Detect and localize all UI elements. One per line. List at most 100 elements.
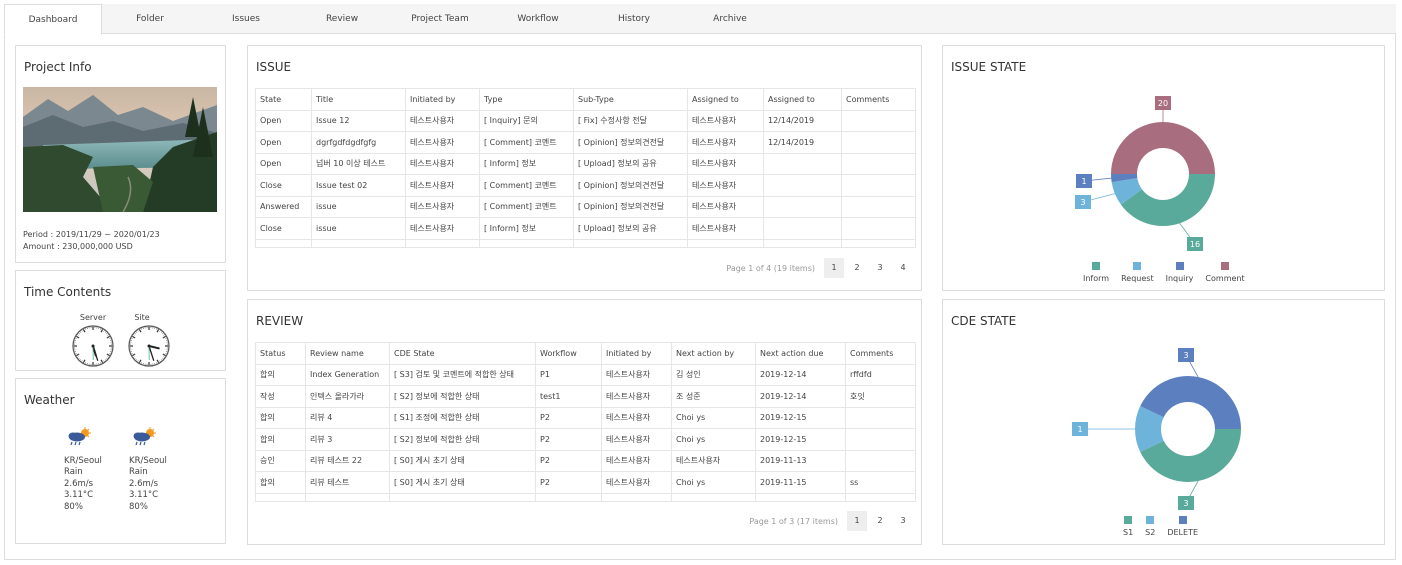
table-cell: Choi ys bbox=[671, 471, 756, 494]
weather-condition: Rain bbox=[64, 467, 83, 477]
column-header[interactable]: Assigned to bbox=[687, 88, 764, 111]
issue-state-panel: ISSUE STATE 16 3 1 20 Inform Request Inquir… bbox=[942, 45, 1385, 291]
rain-sun-icon bbox=[68, 427, 91, 446]
column-header[interactable]: Initiated by bbox=[405, 88, 480, 111]
rain-sun-icon bbox=[133, 427, 156, 446]
table-cell: 인텍스 올라가라 bbox=[305, 385, 390, 408]
clock-label-site: Site bbox=[134, 313, 150, 322]
table-cell: P2 bbox=[535, 406, 602, 429]
cde-state-donut-chart: 3 1 3 bbox=[1072, 348, 1241, 510]
tab-history[interactable]: History bbox=[586, 4, 682, 34]
table-cell bbox=[535, 492, 602, 502]
weather-wind: 2.6m/s bbox=[64, 478, 94, 489]
table-cell: 2019-11-15 bbox=[755, 471, 846, 494]
table-cell: [ Comment] 코멘트 bbox=[479, 131, 574, 154]
weather-location: KR/Seoul bbox=[129, 455, 167, 466]
page-button[interactable]: 2 bbox=[847, 258, 867, 278]
weather-humidity: 80% bbox=[64, 501, 83, 512]
tab-workflow[interactable]: Workflow bbox=[490, 4, 586, 34]
column-header[interactable]: CDE State bbox=[389, 342, 536, 365]
table-row[interactable]: Close issue 테스트사용자[ Inform] 정보[ Upload] 정보… bbox=[255, 217, 916, 240]
table-cell: Issue test 02 bbox=[311, 174, 406, 197]
issue-pager: Page 1 of 4 (19 items) 1 2 3 4 bbox=[726, 258, 913, 278]
table-row[interactable]: Open Issue 12 테스트사용자[ Inquiry] 문의[ Fix] 수정… bbox=[255, 109, 916, 132]
table-cell: [ Inquiry] 문의 bbox=[479, 109, 574, 132]
legend-item: DELETE bbox=[1167, 516, 1198, 537]
tab-bar: Dashboard Folder Issues Review Project T… bbox=[4, 4, 1396, 35]
page-button[interactable]: 3 bbox=[893, 511, 913, 531]
table-cell: 김 성인 bbox=[671, 363, 756, 386]
weather-temp: 3.11°C bbox=[129, 490, 159, 500]
tab-issues[interactable]: Issues bbox=[198, 4, 294, 34]
table-row[interactable]: 합의 리뷰 4[ S1] 조정에 적합한 상태 P2 테스트사용자 Choi ys 201… bbox=[255, 406, 916, 429]
data-label: 20 bbox=[1158, 99, 1168, 108]
page-button[interactable]: 3 bbox=[870, 258, 890, 278]
page-button[interactable]: 1 bbox=[824, 258, 844, 278]
table-cell: 호잇 bbox=[845, 385, 916, 408]
table-cell: Answered bbox=[255, 195, 312, 218]
table-cell: 넘버 10 이상 테스트 bbox=[311, 152, 406, 175]
column-header[interactable]: Comments bbox=[841, 88, 916, 111]
legend-item: Inquiry bbox=[1166, 262, 1193, 283]
table-cell: 테스트사용자 bbox=[405, 109, 480, 132]
column-header[interactable]: Sub-Type bbox=[573, 88, 688, 111]
tab-dashboard[interactable]: Dashboard bbox=[4, 4, 102, 35]
table-row[interactable]: Close Issue test 02 테스트사용자[ Comment] 코멘트[ … bbox=[255, 174, 916, 197]
table-row[interactable]: 작성 인텍스 올라가라[ S2] 정보에 적합한 상태 test1 테스트사용자 조 성… bbox=[255, 385, 916, 408]
table-cell: 합의 bbox=[255, 428, 306, 451]
column-header[interactable]: Title bbox=[311, 88, 406, 111]
legend-item: S1 bbox=[1123, 516, 1133, 537]
table-cell bbox=[841, 174, 916, 197]
page-button[interactable]: 4 bbox=[893, 258, 913, 278]
table-cell: 테스트사용자 bbox=[687, 195, 764, 218]
column-header[interactable]: Next action due bbox=[755, 342, 846, 365]
page-button[interactable]: 1 bbox=[847, 511, 867, 531]
table-cell: 테스트사용자 bbox=[405, 195, 480, 218]
table-cell bbox=[255, 238, 312, 248]
table-cell: P1 bbox=[535, 363, 602, 386]
column-header[interactable]: Next action by bbox=[671, 342, 756, 365]
column-header[interactable]: Status bbox=[255, 342, 306, 365]
column-header[interactable]: Workflow bbox=[535, 342, 602, 365]
table-row[interactable]: 합의 Index Generation[ S3] 검토 및 코멘트에 적합한 상태… bbox=[255, 363, 916, 386]
table-cell: ss bbox=[845, 471, 916, 494]
table-cell bbox=[573, 238, 688, 248]
column-header[interactable]: Comments bbox=[845, 342, 916, 365]
column-header[interactable]: Type bbox=[479, 88, 574, 111]
table-cell: 테스트사용자 bbox=[405, 131, 480, 154]
table-cell: 합의 bbox=[255, 363, 306, 386]
table-row[interactable]: 합의 리뷰 테스트[ S0] 게시 초기 상태 P2 테스트사용자 Choi ys 201… bbox=[255, 471, 916, 494]
tab-project-team[interactable]: Project Team bbox=[390, 4, 490, 34]
table-cell bbox=[763, 174, 842, 197]
table-cell: [ Comment] 코멘트 bbox=[479, 174, 574, 197]
table-row[interactable]: 승인 리뷰 테스트 22[ S0] 게시 초기 상태 P2 테스트사용자 테스트사용자 2… bbox=[255, 449, 916, 472]
weather-wind: 2.6m/s bbox=[129, 478, 159, 489]
column-header[interactable]: State bbox=[255, 88, 312, 111]
pager-info: Page 1 of 4 (19 items) bbox=[726, 263, 815, 273]
site-clock bbox=[128, 325, 170, 367]
table-row[interactable]: Open dgrfgdfdgdfgfg 테스트사용자[ Comment] 코멘트[ … bbox=[255, 131, 916, 154]
table-cell: P2 bbox=[535, 428, 602, 451]
column-header[interactable]: Assigned to bbox=[763, 88, 842, 111]
tab-review[interactable]: Review bbox=[294, 4, 390, 34]
column-header[interactable]: Review name bbox=[305, 342, 390, 365]
table-cell bbox=[687, 238, 764, 248]
table-cell: 리뷰 4 bbox=[305, 406, 390, 429]
review-table: Status Review name CDE State Workflow In… bbox=[255, 342, 916, 502]
weather-condition: Rain bbox=[129, 467, 148, 477]
project-amount: Amount : 230,000,000 USD bbox=[23, 242, 133, 251]
tab-folder[interactable]: Folder bbox=[102, 4, 198, 34]
donut-slice[interactable] bbox=[1111, 122, 1215, 174]
table-cell bbox=[845, 449, 916, 472]
column-header[interactable]: Initiated by bbox=[601, 342, 672, 365]
table-row[interactable]: Answered issue 테스트사용자[ Comment] 코멘트[ Opini… bbox=[255, 195, 916, 218]
page-button[interactable]: 2 bbox=[870, 511, 890, 531]
table-cell: 합의 bbox=[255, 471, 306, 494]
table-cell bbox=[763, 238, 842, 248]
tab-archive[interactable]: Archive bbox=[682, 4, 778, 34]
table-row[interactable]: 합의 리뷰 3[ S2] 정보에 적합한 상태 P2 테스트사용자 Choi ys 201… bbox=[255, 428, 916, 451]
legend-item: S2 bbox=[1145, 516, 1155, 537]
issue-panel: ISSUE State Title Initiated by Type Sub-… bbox=[247, 45, 922, 291]
table-row[interactable]: Open 넘버 10 이상 테스트 테스트사용자[ Inform] 정보[ Uplo… bbox=[255, 152, 916, 175]
table-cell: 2019-11-13 bbox=[755, 449, 846, 472]
